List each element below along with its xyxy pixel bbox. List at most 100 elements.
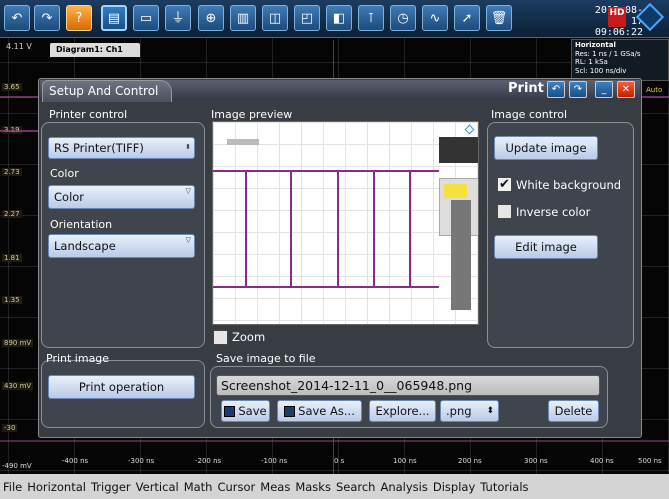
y-label: 2.73: [2, 168, 22, 176]
white-background-checkbox[interactable]: ✔: [497, 177, 512, 192]
printer-select[interactable]: RS Printer(TIFF) ⬍: [48, 137, 195, 159]
image-preview[interactable]: [212, 121, 479, 325]
horizontal-info[interactable]: Horizontal Res: 1 ns / 1 GSa/s RL: 1 kSa…: [571, 39, 669, 81]
delete-button[interactable]: Delete: [548, 400, 599, 422]
format-select[interactable]: .png ⬍: [440, 400, 499, 422]
preview-yellow-box: [444, 184, 467, 198]
fft-icon[interactable]: ∿: [422, 5, 448, 31]
timer-icon[interactable]: ◷: [390, 5, 416, 31]
preview-diagram-tab: [227, 139, 259, 145]
orientation-value: Landscape: [54, 239, 116, 253]
spinner-icon: ⬍: [185, 143, 191, 151]
scale-text: Scl: 100 ns/div: [575, 66, 627, 75]
delete-icon[interactable]: 🗑: [486, 5, 512, 31]
voltage-label: 4.11 V: [6, 42, 32, 51]
zoom-checkbox[interactable]: [213, 330, 228, 345]
white-background-label: White background: [516, 178, 622, 192]
x-label: 300 ns: [524, 457, 548, 465]
preview-dark-strip: [451, 200, 471, 310]
preview-signal: [337, 170, 339, 288]
edit-image-button[interactable]: Edit image: [494, 235, 598, 259]
help-icon[interactable]: ?: [66, 5, 92, 31]
marker-icon[interactable]: ◧: [326, 5, 352, 31]
save-button[interactable]: Save: [221, 400, 270, 422]
spinner-icon: ⬍: [486, 406, 494, 416]
x-label: -400 ns: [62, 457, 89, 465]
pointer-icon[interactable]: ➚: [454, 5, 480, 31]
y-label: 1.81: [2, 254, 22, 262]
format-value: .png: [446, 404, 472, 418]
x-label: 400 ns: [590, 457, 614, 465]
preview-signal: [245, 170, 247, 288]
minimize-icon[interactable]: _: [595, 81, 613, 98]
resolution-text: Res: 1 ns / 1 GSa/s: [575, 49, 641, 58]
menu-trigger[interactable]: Trigger: [91, 480, 131, 494]
save-file-icon[interactable]: ▭: [133, 5, 159, 31]
x-label: -490 mV: [2, 462, 32, 470]
preview-info-box: [439, 137, 478, 163]
signal-trace: [0, 130, 40, 132]
menu-horizontal[interactable]: Horizontal: [27, 480, 86, 494]
screenshot-icon[interactable]: ▤: [101, 5, 127, 31]
menu-meas[interactable]: Meas: [260, 480, 290, 494]
zoom-icon[interactable]: ⊕: [198, 5, 224, 31]
chevron-down-icon: ▽: [185, 236, 191, 244]
print-operation-button[interactable]: Print operation: [48, 375, 195, 399]
preview-signal: [290, 170, 292, 288]
chevron-down-icon: ▽: [185, 187, 191, 195]
menu-tutorials[interactable]: Tutorials: [480, 480, 528, 494]
menu-vertical[interactable]: Vertical: [136, 480, 179, 494]
menu-analysis[interactable]: Analysis: [380, 480, 427, 494]
color-value: Color: [54, 190, 85, 204]
trigger-icon[interactable]: ⊺: [358, 5, 384, 31]
explore-button[interactable]: Explore...: [369, 400, 436, 422]
close-icon[interactable]: ✕: [617, 81, 635, 98]
inverse-color-checkbox[interactable]: [497, 204, 512, 219]
disk-icon: [284, 405, 296, 417]
filename-field[interactable]: Screenshot_2014-12-11_0__065948.png: [216, 375, 600, 396]
save-image-label: Save image to file: [216, 352, 316, 365]
redo-icon[interactable]: ↷: [569, 81, 587, 98]
x-label: -100 ns: [261, 457, 288, 465]
y-label: 430 mV: [2, 382, 34, 390]
cursor-icon[interactable]: ◰: [294, 5, 320, 31]
color-select[interactable]: Color ▽: [48, 185, 195, 209]
inverse-color-label: Inverse color: [516, 205, 591, 219]
waveform-icon[interactable]: ⏚: [165, 5, 191, 31]
disk-icon: [224, 405, 236, 417]
menu-file[interactable]: File: [3, 480, 22, 494]
measure-icon[interactable]: ◫: [262, 5, 288, 31]
tab-setup-and-control[interactable]: Setup And Control: [42, 80, 172, 102]
hd-badge[interactable]: HD: [608, 7, 626, 27]
image-preview-label: Image preview: [211, 108, 293, 121]
x-label: 200 ns: [458, 457, 482, 465]
save-as-label: Save As...: [298, 404, 355, 418]
undo-icon[interactable]: ↶: [4, 5, 30, 31]
time-text: 09:06:22: [594, 27, 643, 38]
undo-icon[interactable]: ↶: [547, 81, 565, 98]
save-label: Save: [238, 404, 267, 418]
x-label: 0 s: [334, 457, 345, 465]
y-label: 1.35: [2, 296, 22, 304]
menu-search[interactable]: Search: [336, 480, 376, 494]
menubar: File Horizontal Trigger Vertical Math Cu…: [0, 474, 669, 499]
save-as-button[interactable]: Save As...: [277, 400, 362, 422]
menu-math[interactable]: Math: [184, 480, 213, 494]
x-label: 500 ns: [638, 457, 662, 465]
color-label: Color: [50, 167, 79, 180]
histogram-icon[interactable]: ▥: [230, 5, 256, 31]
menu-display[interactable]: Display: [433, 480, 475, 494]
redo-icon[interactable]: ↷: [34, 5, 60, 31]
diagram-tab[interactable]: Diagram1: Ch1: [50, 43, 140, 57]
orientation-select[interactable]: Landscape ▽: [48, 234, 195, 258]
preview-signal: [373, 170, 375, 288]
image-control-label: Image control: [491, 108, 568, 121]
menu-cursor[interactable]: Cursor: [217, 480, 255, 494]
x-label: -300 ns: [128, 457, 155, 465]
printer-value: RS Printer(TIFF): [54, 141, 144, 155]
menu-masks[interactable]: Masks: [295, 480, 331, 494]
zoom-label: Zoom: [232, 330, 266, 344]
signal-trace: [0, 440, 669, 442]
print-image-label: Print image: [46, 352, 110, 365]
update-image-button[interactable]: Update image: [494, 136, 598, 160]
